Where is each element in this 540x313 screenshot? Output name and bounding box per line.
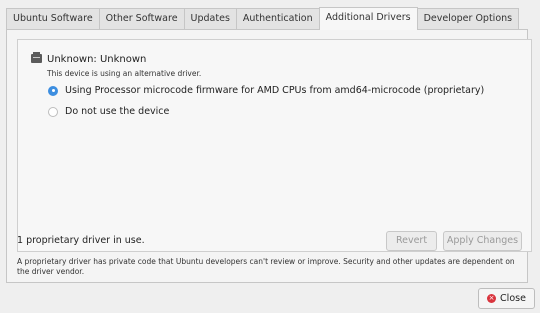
driver-option-none[interactable]: Do not use the device bbox=[48, 106, 169, 117]
tab-updates[interactable]: Updates bbox=[183, 8, 237, 29]
close-icon: × bbox=[487, 294, 497, 303]
radio-checked-icon[interactable] bbox=[48, 85, 58, 96]
tab-developer-options[interactable]: Developer Options bbox=[416, 8, 520, 29]
close-label: Close bbox=[500, 293, 526, 304]
tab-ubuntu-software[interactable]: Ubuntu Software bbox=[6, 8, 100, 29]
proprietary-driver-description: A proprietary driver has private code th… bbox=[17, 257, 515, 276]
driver-status-text: 1 proprietary driver in use. bbox=[17, 235, 145, 246]
apply-changes-button[interactable]: Apply Changes bbox=[443, 231, 522, 251]
device-status: This device is using an alternative driv… bbox=[47, 69, 202, 78]
radio-unchecked-icon[interactable] bbox=[48, 106, 58, 117]
tab-additional-drivers[interactable]: Additional Drivers bbox=[318, 7, 418, 30]
close-button[interactable]: × Close bbox=[478, 288, 535, 309]
driver-option-label: Do not use the device bbox=[65, 106, 170, 117]
driver-option-label: Using Processor microcode firmware for A… bbox=[65, 85, 485, 96]
device-title: Unknown: Unknown bbox=[47, 54, 147, 65]
revert-button[interactable]: Revert bbox=[386, 231, 437, 251]
tab-bar: Ubuntu Software Other Software Updates A… bbox=[6, 7, 520, 30]
additional-drivers-panel: Unknown: Unknown This device is using an… bbox=[6, 29, 532, 283]
device-icon bbox=[31, 52, 42, 63]
tab-other-software[interactable]: Other Software bbox=[98, 8, 185, 29]
driver-option-microcode[interactable]: Using Processor microcode firmware for A… bbox=[48, 85, 484, 96]
driver-list: Unknown: Unknown This device is using an… bbox=[17, 39, 532, 252]
tab-authentication[interactable]: Authentication bbox=[235, 8, 320, 29]
